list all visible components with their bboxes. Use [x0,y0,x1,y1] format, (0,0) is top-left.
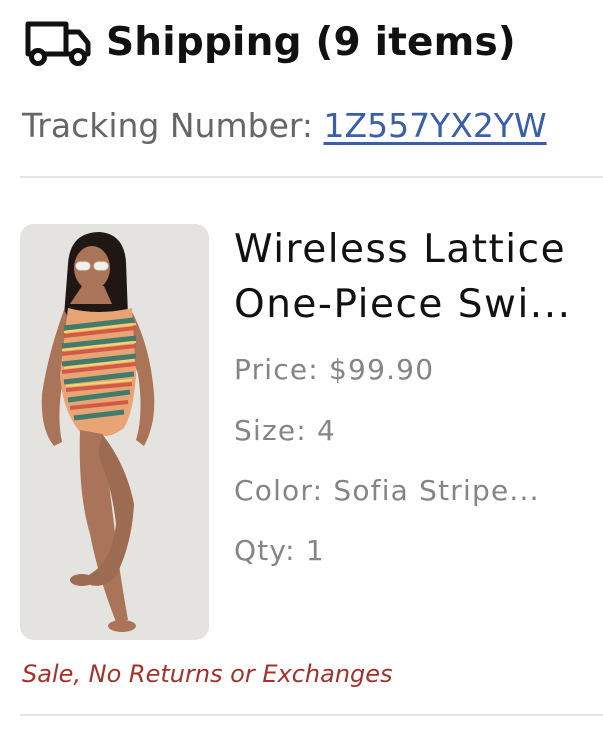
truck-icon [22,18,94,66]
item-price: Price: $99.90 [234,353,435,386]
shipping-title: Shipping (9 items) [106,19,516,65]
tracking-number-link[interactable]: 1Z557YX2YW [323,106,546,145]
tracking-label: Tracking Number: [22,106,324,145]
product-image[interactable] [20,224,209,640]
product-name-line-2: One-Piece Swi... [234,282,572,327]
shipping-header: Shipping (9 items) [22,14,516,70]
tracking-row: Tracking Number: 1Z557YX2YW [22,106,603,145]
divider [20,714,603,716]
product-name[interactable]: Wireless Lattice One-Piece Swi... [234,222,603,332]
product-name-line-1: Wireless Lattice [234,227,567,272]
item-quantity: Qty: 1 [234,534,325,567]
item-color: Color: Sofia Stripe... [234,474,540,507]
sale-notice: Sale, No Returns or Exchanges [22,660,393,688]
divider [20,176,603,178]
item-size: Size: 4 [234,414,337,447]
